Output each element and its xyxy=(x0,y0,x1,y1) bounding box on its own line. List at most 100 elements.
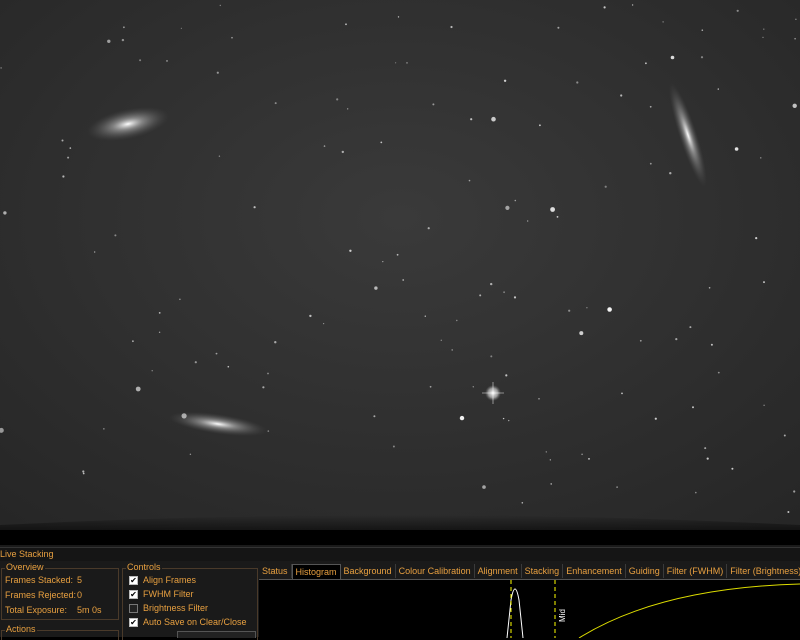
star xyxy=(616,486,618,488)
star xyxy=(581,453,583,456)
star xyxy=(568,309,571,312)
tab-enhancement[interactable]: Enhancement xyxy=(563,564,626,578)
star xyxy=(166,60,168,62)
star xyxy=(459,415,465,421)
star xyxy=(179,298,181,301)
star xyxy=(527,220,529,222)
star xyxy=(456,319,458,322)
auto-save-checkbox[interactable]: ✔ xyxy=(129,618,138,627)
brightness-filter-label[interactable]: Brightness Filter xyxy=(143,603,208,614)
auto-save-label[interactable]: Auto Save on Clear/Close xyxy=(143,617,247,628)
star xyxy=(490,355,493,358)
total-exposure-label: Total Exposure: xyxy=(5,605,68,615)
star xyxy=(468,179,471,182)
star xyxy=(700,56,704,59)
star xyxy=(736,9,739,12)
star xyxy=(607,307,612,312)
star xyxy=(763,28,765,30)
star xyxy=(760,157,762,159)
tab-histogram[interactable]: Histogram xyxy=(291,564,341,580)
star xyxy=(336,98,339,101)
star xyxy=(451,349,454,351)
star xyxy=(253,206,256,209)
fwhm-filter-label[interactable]: FWHM Filter xyxy=(143,589,194,600)
star xyxy=(382,261,384,263)
star xyxy=(107,39,111,43)
tab-guiding[interactable]: Guiding xyxy=(626,564,664,578)
align-frames-label[interactable]: Align Frames xyxy=(143,575,196,586)
star xyxy=(123,26,125,29)
overview-group: Overview Frames Stacked: 5 Frames Reject… xyxy=(1,562,119,620)
star xyxy=(539,124,541,127)
tab-background[interactable]: Background xyxy=(341,564,396,578)
frames-rejected-label: Frames Rejected: xyxy=(5,590,77,600)
star xyxy=(708,287,711,289)
star xyxy=(231,36,233,39)
align-frames-checkbox[interactable]: ✔ xyxy=(129,576,138,585)
controls-label: Controls xyxy=(126,562,162,573)
star xyxy=(151,370,153,372)
star xyxy=(604,185,607,188)
star xyxy=(472,386,474,388)
star xyxy=(216,71,219,74)
star xyxy=(793,490,796,493)
star xyxy=(427,227,430,230)
star xyxy=(639,339,642,342)
star xyxy=(763,281,765,284)
mid-marker-label: Mid xyxy=(558,609,567,622)
star xyxy=(139,59,142,62)
star xyxy=(670,55,675,60)
star xyxy=(762,36,764,39)
tab-filter-fwhm[interactable]: Filter (FWHM) xyxy=(664,564,728,578)
fwhm-filter-checkbox[interactable]: ✔ xyxy=(129,590,138,599)
tab-stacking[interactable]: Stacking xyxy=(522,564,564,578)
star xyxy=(396,253,399,256)
star xyxy=(513,296,517,299)
stacked-image-viewer[interactable] xyxy=(0,0,800,545)
star xyxy=(349,249,352,252)
star xyxy=(402,279,405,281)
star xyxy=(395,62,397,64)
star xyxy=(440,339,442,341)
star xyxy=(479,294,482,297)
tab-status[interactable]: Status xyxy=(259,564,292,578)
star xyxy=(603,6,606,9)
panel-title: Live Stacking xyxy=(0,547,800,561)
star xyxy=(309,314,312,318)
star xyxy=(158,312,161,314)
brightness-filter-checkbox[interactable] xyxy=(129,604,138,613)
star xyxy=(323,145,326,147)
star xyxy=(432,103,435,106)
star xyxy=(649,162,652,165)
actions-label: Actions xyxy=(5,624,37,635)
star xyxy=(82,472,85,475)
tab-colour-calibration[interactable]: Colour Calibration xyxy=(396,564,475,578)
star xyxy=(588,458,590,460)
star xyxy=(550,207,555,212)
star xyxy=(538,398,540,400)
star xyxy=(180,27,182,29)
star xyxy=(215,352,218,355)
star xyxy=(621,392,623,395)
star xyxy=(783,434,786,437)
tab-strip: Status Histogram Background Colour Calib… xyxy=(259,564,800,580)
star xyxy=(649,105,652,108)
transfer-curve xyxy=(578,583,800,638)
tab-alignment[interactable]: Alignment xyxy=(475,564,522,578)
star xyxy=(345,23,347,26)
histogram-plot[interactable]: Mid xyxy=(259,579,800,638)
star xyxy=(262,386,265,389)
star xyxy=(731,467,734,470)
star xyxy=(373,415,376,418)
star xyxy=(794,37,796,40)
star xyxy=(274,341,277,344)
star xyxy=(545,451,547,453)
star xyxy=(795,18,797,20)
star xyxy=(380,141,383,144)
star xyxy=(792,103,797,109)
tab-filter-brightness[interactable]: Filter (Brightness) xyxy=(727,564,800,578)
actions-group: Actions xyxy=(1,624,119,640)
star xyxy=(645,62,647,65)
star xyxy=(470,118,473,121)
star xyxy=(755,237,758,240)
